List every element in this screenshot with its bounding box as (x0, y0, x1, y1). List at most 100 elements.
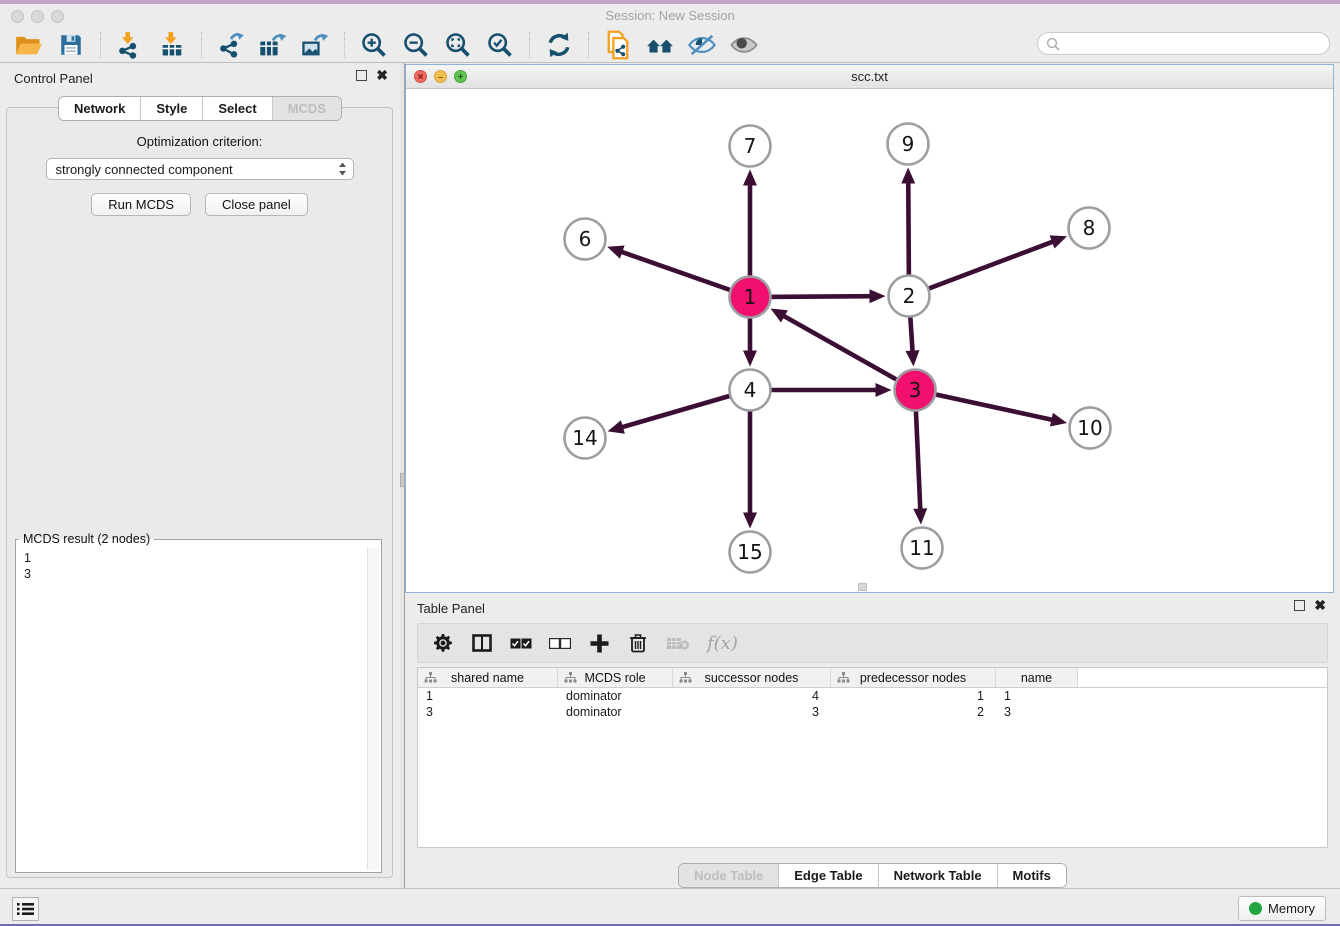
column-header-label: name (1021, 671, 1052, 685)
graph-node-7[interactable]: 7 (730, 126, 771, 167)
table-panel-title: Table Panel (417, 601, 485, 616)
import-table-icon[interactable] (157, 30, 187, 60)
graph-edge-arrowhead (869, 289, 885, 303)
zoom-in-icon[interactable] (359, 30, 389, 60)
close-panel-icon[interactable]: ✖ (376, 70, 388, 81)
close-panel-button[interactable]: Close panel (205, 193, 308, 216)
tab-select[interactable]: Select (203, 97, 272, 120)
table-cell[interactable]: 3 (673, 704, 831, 720)
graph-edge-3-1[interactable] (781, 314, 915, 390)
refresh-icon[interactable] (544, 30, 574, 60)
network-window-titlebar[interactable]: × – + scc.txt (406, 65, 1333, 89)
graph-edge-arrowhead (876, 383, 892, 397)
task-history-button[interactable] (12, 897, 39, 921)
table-cell[interactable]: 3 (418, 704, 558, 720)
delete-table-icon (666, 631, 690, 655)
zoom-fit-icon[interactable] (443, 30, 473, 60)
network-graph[interactable]: 7 9 6 8 1 2 4 3 14 10 15 11 (406, 89, 1333, 592)
save-session-icon[interactable] (56, 30, 86, 60)
table-cell[interactable]: 1 (831, 688, 996, 704)
tab-motifs[interactable]: Motifs (998, 864, 1066, 887)
graph-edge-2-8[interactable] (909, 241, 1056, 296)
select-all-rows-icon[interactable] (510, 631, 532, 655)
first-neighbors-icon[interactable] (645, 30, 675, 60)
tab-edge-table[interactable]: Edge Table (779, 864, 878, 887)
column-header-name[interactable]: name (996, 668, 1078, 687)
graph-node-1[interactable]: 1 (730, 277, 771, 318)
graph-node-14[interactable]: 14 (565, 418, 606, 459)
graph-node-3[interactable]: 3 (895, 370, 936, 411)
control-panel: Control Panel ✖ Network Style Select MCD… (0, 63, 400, 888)
graph-edge-arrowhead (743, 170, 757, 186)
graph-edge-arrowhead (1050, 413, 1067, 427)
hide-selected-eye-icon[interactable] (687, 30, 717, 60)
duplicate-network-icon[interactable] (603, 30, 633, 60)
export-image-icon[interactable] (300, 30, 330, 60)
close-table-panel-icon[interactable]: ✖ (1314, 600, 1326, 611)
float-table-panel-icon[interactable] (1294, 600, 1305, 611)
canvas-scrollbar-handle[interactable] (858, 583, 867, 591)
network-window: × – + scc.txt 7 9 6 8 1 2 4 3 14 10 15 11 (405, 64, 1334, 593)
graph-node-2[interactable]: 2 (889, 276, 930, 317)
table-panel: Table Panel ✖ (405, 595, 1340, 888)
result-scrollbar[interactable] (367, 548, 379, 870)
table-row[interactable]: 3dominator323 (418, 704, 1327, 720)
graph-node-4[interactable]: 4 (730, 370, 771, 411)
toolbar-separator (201, 32, 202, 58)
graph-node-8[interactable]: 8 (1069, 208, 1110, 249)
export-table-icon[interactable] (258, 30, 288, 60)
column-header-predecessor-nodes[interactable]: predecessor nodes (831, 668, 996, 687)
zoom-selected-icon[interactable] (485, 30, 515, 60)
table-cell[interactable]: 3 (996, 704, 1078, 720)
toolbar-separator (529, 32, 530, 58)
shared-column-icon (424, 671, 437, 684)
import-network-icon[interactable] (115, 30, 145, 60)
table-cell[interactable]: 4 (673, 688, 831, 704)
table-cell[interactable]: 1 (418, 688, 558, 704)
graph-node-11[interactable]: 11 (902, 528, 943, 569)
graph-node-15[interactable]: 15 (730, 532, 771, 573)
graph-edge-arrowhead (607, 245, 624, 258)
mcds-result-title: MCDS result (2 nodes) (19, 532, 154, 546)
graph-node-label: 15 (737, 540, 762, 564)
graph-node-9[interactable]: 9 (888, 124, 929, 165)
table-cell[interactable]: dominator (558, 704, 673, 720)
table-cell[interactable]: dominator (558, 688, 673, 704)
graph-node-label: 14 (572, 426, 597, 450)
graph-node-10[interactable]: 10 (1070, 408, 1111, 449)
table-rows: 1dominator4113dominator323 (418, 688, 1327, 720)
delete-columns-icon[interactable] (627, 631, 649, 655)
table-cell[interactable]: 1 (996, 688, 1078, 704)
graph-node-label: 7 (744, 134, 757, 158)
create-column-icon[interactable] (588, 631, 610, 655)
show-columns-icon[interactable] (471, 631, 493, 655)
tab-network-table[interactable]: Network Table (879, 864, 998, 887)
column-header-MCDS-role[interactable]: MCDS role (558, 668, 673, 687)
memory-button[interactable]: Memory (1238, 896, 1326, 921)
tab-node-table[interactable]: Node Table (679, 864, 779, 887)
deselect-all-rows-icon[interactable] (549, 631, 571, 655)
node-table: shared nameMCDS rolesuccessor nodesprede… (417, 667, 1328, 848)
table-cell[interactable]: 2 (831, 704, 996, 720)
zoom-out-icon[interactable] (401, 30, 431, 60)
network-canvas[interactable]: 7 9 6 8 1 2 4 3 14 10 15 11 (406, 89, 1333, 592)
table-mode-gear-icon[interactable] (432, 631, 454, 655)
open-session-icon[interactable] (14, 30, 44, 60)
graph-edge-arrowhead (743, 513, 757, 529)
dropdown-stepper-icon (338, 162, 347, 176)
tab-network[interactable]: Network (59, 97, 141, 120)
tab-mcds[interactable]: MCDS (273, 97, 341, 120)
table-row[interactable]: 1dominator411 (418, 688, 1327, 704)
column-header-shared-name[interactable]: shared name (418, 668, 558, 687)
criterion-value: strongly connected component (56, 162, 338, 177)
show-all-eye-icon[interactable] (729, 30, 759, 60)
column-header-successor-nodes[interactable]: successor nodes (673, 668, 831, 687)
graph-node-6[interactable]: 6 (565, 219, 606, 260)
new-network-icon[interactable] (216, 30, 246, 60)
tab-style[interactable]: Style (141, 97, 203, 120)
toolbar-separator (344, 32, 345, 58)
search-input[interactable] (1037, 32, 1330, 55)
run-mcds-button[interactable]: Run MCDS (91, 193, 191, 216)
float-panel-icon[interactable] (356, 70, 367, 81)
criterion-dropdown[interactable]: strongly connected component (46, 158, 354, 180)
